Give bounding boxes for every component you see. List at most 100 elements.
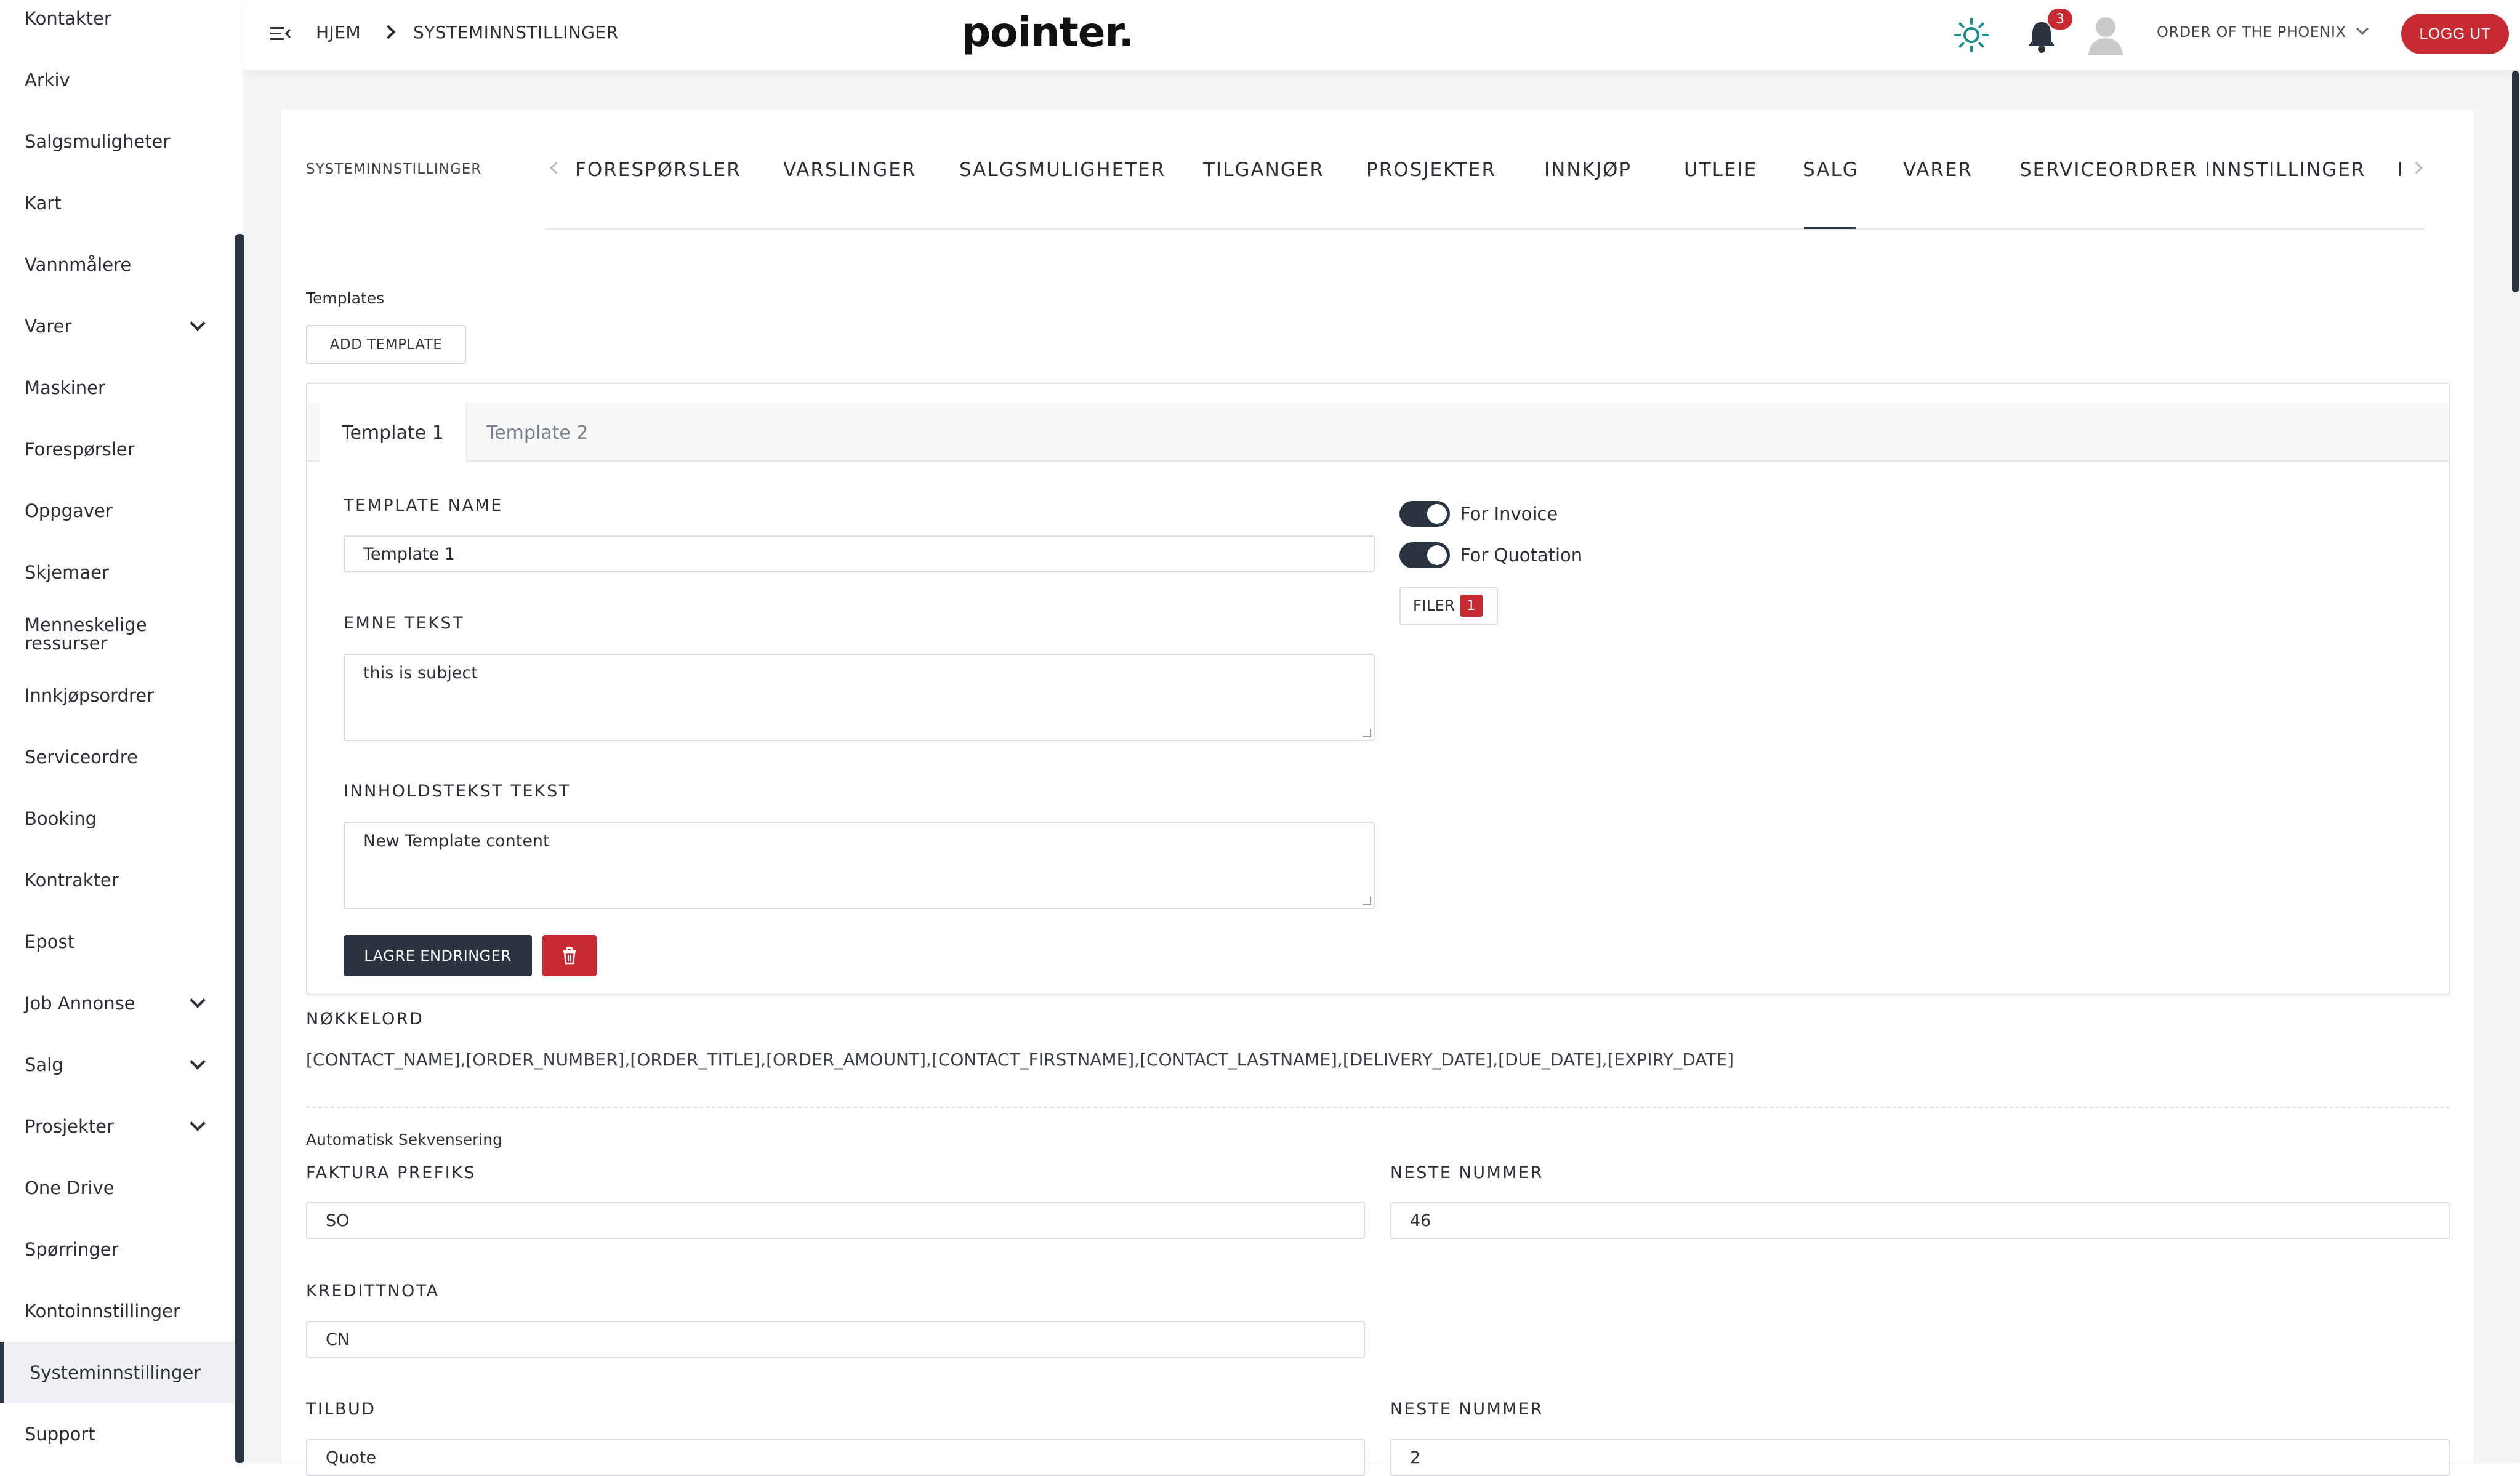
tab-varslinger[interactable]: VARSLINGER — [783, 159, 916, 181]
sidebar-item-booking[interactable]: Booking — [0, 788, 235, 849]
subject-textarea[interactable]: this is subject — [344, 654, 1375, 741]
sidebar-item-kontrakter[interactable]: Kontrakter — [0, 849, 235, 911]
sidebar-item-salg[interactable]: Salg — [0, 1034, 235, 1096]
content-text: New Template content — [363, 832, 550, 851]
template-tab-1[interactable]: Template 1 — [320, 403, 467, 463]
tab-tilganger[interactable]: TILGANGER — [1203, 159, 1324, 181]
sidebar-item-salgsmuligheter[interactable]: Salgsmuligheter — [0, 111, 235, 172]
resize-handle-icon[interactable] — [1363, 897, 1371, 905]
invoice-next-number-input[interactable]: 46 — [1390, 1202, 2450, 1239]
tab-utleie[interactable]: UTLEIE — [1684, 159, 1757, 181]
sidebar-item-foresporsler[interactable]: Forespørsler — [0, 419, 235, 480]
tab-varer[interactable]: VARER — [1903, 159, 1973, 181]
logo[interactable]: pointer. — [962, 9, 1134, 56]
sidebar-item-label: Forespørsler — [25, 438, 135, 460]
quote-next-number-label: NESTE NUMMER — [1390, 1400, 1544, 1419]
sidebar-item-label: Epost — [25, 931, 74, 952]
organization-selector[interactable]: ORDER OF THE PHOENIX — [2157, 23, 2346, 41]
sidebar-item-label: Booking — [25, 808, 97, 829]
page-scrollbar-thumb[interactable] — [2512, 71, 2519, 292]
sidebar-item-job-annonse[interactable]: Job Annonse — [0, 973, 235, 1034]
for-quotation-label: For Quotation — [1460, 545, 1583, 566]
avatar[interactable] — [2086, 14, 2125, 55]
credit-note-input[interactable]: CN — [306, 1321, 1365, 1358]
resize-handle-icon[interactable] — [1363, 729, 1371, 737]
subject-text: this is subject — [363, 664, 478, 683]
content-label: INNHOLDSTEKST TEKST — [344, 782, 571, 801]
tabs-divider — [545, 228, 2425, 230]
sidebar-item-innkjopsordrer[interactable]: Innkjøpsordrer — [0, 665, 235, 726]
sidebar-item-systeminnstillinger[interactable]: Systeminnstillinger — [0, 1342, 235, 1403]
active-tab-indicator — [1804, 227, 1856, 229]
theme-toggle-sun-icon[interactable] — [1954, 17, 1989, 53]
sequencing-label: Automatisk Sekvensering — [306, 1131, 503, 1149]
chevron-down-icon — [190, 992, 206, 1008]
trash-icon — [563, 947, 576, 964]
page-scrollbar[interactable] — [2511, 71, 2520, 1463]
settings-title: SYSTEMINNSTILLINGER — [306, 161, 482, 177]
menu-collapse-icon[interactable] — [270, 25, 291, 43]
sidebar-item-label: Oppgaver — [25, 500, 113, 521]
chevron-down-icon — [190, 1115, 206, 1131]
sidebar-item-label: Serviceordre — [25, 746, 138, 768]
tab-serviceordrer-innstillinger[interactable]: SERVICEORDRER INNSTILLINGER — [2019, 159, 2365, 181]
sidebar-item-label: Kontoinnstillinger — [25, 1300, 180, 1322]
sidebar-item-serviceordre[interactable]: Serviceordre — [0, 726, 235, 788]
sidebar-item-menneskelige-ressurser[interactable]: Menneskelige ressurser — [0, 603, 235, 665]
sidebar-item-sporringer[interactable]: Spørringer — [0, 1219, 235, 1280]
sidebar-item-label: Maskiner — [25, 377, 105, 398]
sidebar-item-label: Kart — [25, 192, 62, 214]
tab-foresporsler[interactable]: FORESPØRSLER — [575, 159, 741, 181]
keywords-list: [CONTACT_NAME],[ORDER_NUMBER],[ORDER_TIT… — [306, 1049, 1734, 1070]
chevron-down-icon — [190, 315, 206, 331]
subject-label: EMNE TEKST — [344, 614, 465, 633]
sidebar-item-support[interactable]: Support — [0, 1403, 235, 1465]
quote-next-number-input[interactable]: 2 — [1390, 1439, 2450, 1476]
sidebar-item-label: Kontakter — [25, 7, 111, 29]
tab-salgsmuligheter[interactable]: SALGSMULIGHETER — [959, 159, 1165, 181]
tab-overflow[interactable]: I — [2397, 159, 2404, 181]
tab-innkjop[interactable]: INNKJØP — [1544, 159, 1632, 181]
sidebar-item-label: Vannmålere — [25, 254, 132, 275]
sidebar-scrollbar[interactable] — [235, 234, 244, 1463]
breadcrumb-current: SYSTEMINNSTILLINGER — [413, 22, 619, 42]
tab-prosjekter[interactable]: PROSJEKTER — [1366, 159, 1496, 181]
logout-button[interactable]: LOGG UT — [2401, 14, 2509, 54]
add-template-button[interactable]: ADD TEMPLATE — [306, 325, 466, 364]
template-tabs-bar — [307, 403, 2449, 462]
template-name-label: TEMPLATE NAME — [344, 496, 503, 515]
breadcrumb-home[interactable]: HJEM — [316, 22, 361, 42]
delete-template-button[interactable] — [542, 935, 597, 976]
sidebar-item-kart[interactable]: Kart — [0, 172, 235, 234]
tab-salg[interactable]: SALG — [1803, 159, 1859, 181]
sidebar-item-label: Innkjøpsordrer — [25, 684, 155, 706]
sidebar-item-one-drive[interactable]: One Drive — [0, 1157, 235, 1219]
sidebar-item-kontoinnstillinger[interactable]: Kontoinnstillinger — [0, 1280, 235, 1342]
chevron-down-icon — [190, 1054, 206, 1070]
sidebar-item-varer[interactable]: Varer — [0, 295, 235, 357]
sidebar-item-label: Menneskelige ressurser — [25, 614, 147, 654]
template-tab-2[interactable]: Template 2 — [486, 403, 589, 463]
sidebar-item-maskiner[interactable]: Maskiner — [0, 357, 235, 419]
sidebar-item-epost[interactable]: Epost — [0, 911, 235, 973]
invoice-next-number-label: NESTE NUMMER — [1390, 1163, 1544, 1182]
sidebar-item-arkiv[interactable]: Arkiv — [0, 49, 235, 111]
sidebar-item-vannmalere[interactable]: Vannmålere — [0, 234, 235, 295]
save-changes-button[interactable]: LAGRE ENDRINGER — [344, 935, 532, 976]
template-name-input[interactable]: Template 1 — [344, 535, 1375, 572]
for-invoice-toggle[interactable] — [1399, 501, 1450, 527]
content-textarea[interactable]: New Template content — [344, 822, 1375, 909]
invoice-prefix-input[interactable]: SO — [306, 1202, 1365, 1239]
section-divider — [306, 1107, 2450, 1108]
sidebar: Kontakter Arkiv Salgsmuligheter Kart Van… — [0, 0, 244, 1463]
files-button[interactable]: FILER 1 — [1399, 587, 1498, 625]
credit-note-label: KREDITTNOTA — [306, 1281, 440, 1301]
sidebar-item-kontakter[interactable]: Kontakter — [0, 0, 235, 49]
sidebar-item-skjemaer[interactable]: Skjemaer — [0, 542, 235, 603]
quote-input[interactable]: Quote — [306, 1439, 1365, 1476]
sidebar-item-label: Kontrakter — [25, 869, 119, 891]
sidebar-item-oppgaver[interactable]: Oppgaver — [0, 480, 235, 542]
for-quotation-toggle[interactable] — [1399, 542, 1450, 568]
sidebar-item-prosjekter[interactable]: Prosjekter — [0, 1096, 235, 1157]
for-invoice-label: For Invoice — [1460, 503, 1558, 524]
